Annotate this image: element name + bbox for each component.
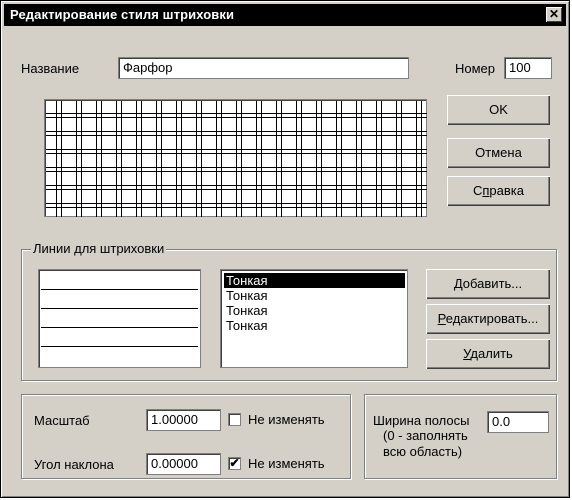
help-button-label: Справка — [472, 183, 524, 198]
lines-listbox[interactable]: Тонкая Тонкая Тонкая Тонкая — [220, 269, 408, 368]
edit-line-button-label: Редактировать... — [437, 311, 539, 326]
list-item[interactable]: Тонкая — [224, 273, 405, 288]
band-width-input[interactable]: 0.0 — [487, 411, 549, 433]
band-width-hint-1: (0 - заполнять — [383, 428, 468, 443]
name-label: Название — [21, 61, 80, 76]
add-line-button[interactable]: Добавить... — [426, 269, 550, 299]
list-item[interactable]: Тонкая — [224, 288, 270, 303]
ok-button-label: OK — [489, 102, 508, 117]
delete-line-button-label: Удалить — [463, 346, 513, 361]
lines-group-title: Линии для штриховки — [31, 241, 167, 256]
scale-fixed-label: Не изменять — [248, 412, 325, 427]
hatch-style-dialog: Редактирование стиля штриховки ✕ Названи… — [0, 0, 570, 498]
number-label: Номер — [455, 61, 496, 76]
hatch-pattern-image — [46, 101, 427, 217]
list-item[interactable]: Тонкая — [224, 303, 270, 318]
help-button[interactable]: Справка — [447, 176, 550, 206]
scale-fixed-checkbox[interactable] — [228, 413, 241, 426]
close-button[interactable]: ✕ — [546, 7, 562, 22]
delete-line-button[interactable]: Удалить — [426, 339, 550, 369]
band-width-label: Ширина полосы — [373, 413, 470, 428]
dialog-title: Редактирование стиля штриховки — [10, 7, 235, 22]
cancel-button-label: Отмена — [475, 145, 522, 160]
name-input[interactable]: Фарфор — [118, 57, 409, 79]
angle-input[interactable]: 0.00000 — [146, 453, 221, 475]
scale-label: Масштаб — [34, 413, 90, 428]
lines-preview — [38, 269, 201, 368]
angle-label: Угол наклона — [34, 457, 114, 472]
checkmark-icon: ✔ — [229, 456, 240, 470]
hatch-preview — [44, 99, 427, 217]
list-item[interactable]: Тонкая — [224, 318, 270, 333]
edit-line-button[interactable]: Редактировать... — [426, 304, 550, 334]
add-line-button-label: Добавить... — [453, 276, 523, 291]
ok-button[interactable]: OK — [447, 95, 550, 125]
angle-fixed-checkbox[interactable]: ✔ — [228, 457, 241, 470]
band-width-hint-2: всю область) — [383, 444, 463, 459]
close-icon: ✕ — [548, 7, 560, 21]
scale-input[interactable]: 1.00000 — [146, 409, 221, 431]
title-bar[interactable]: Редактирование стиля штриховки ✕ — [4, 4, 566, 26]
cancel-button[interactable]: Отмена — [447, 138, 550, 168]
angle-fixed-label: Не изменять — [248, 456, 325, 471]
number-input[interactable]: 100 — [504, 57, 552, 79]
